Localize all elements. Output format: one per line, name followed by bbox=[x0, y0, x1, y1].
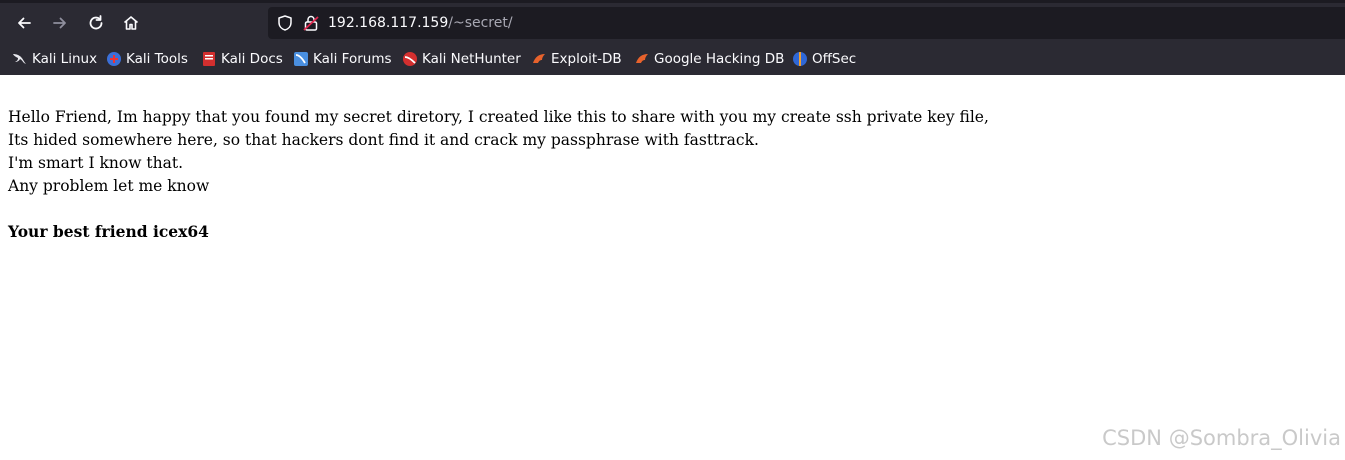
home-icon bbox=[123, 16, 139, 30]
arrow-left-icon bbox=[18, 17, 31, 29]
arrow-right-icon bbox=[53, 17, 66, 29]
kali-dragon-icon bbox=[12, 51, 28, 67]
message-line: Any problem let me know bbox=[8, 177, 210, 195]
message-line: Hello Friend, Im happy that you found my… bbox=[8, 108, 989, 126]
bookmarks-toolbar: Kali Linux Kali Tools Kali Docs Kali For… bbox=[0, 44, 1345, 75]
bookmark-offsec[interactable]: OffSec bbox=[792, 49, 856, 69]
browser-toolbar: 192.168.117.159/~secret/ bbox=[0, 0, 1345, 44]
home-button[interactable] bbox=[117, 9, 145, 37]
message-line: Its hided somewhere here, so that hacker… bbox=[8, 131, 759, 149]
bookmark-label: Kali Forums bbox=[313, 51, 392, 67]
bookmark-label: OffSec bbox=[812, 51, 857, 67]
kali-docs-icon bbox=[201, 51, 217, 67]
insecure-lock-icon[interactable] bbox=[302, 14, 320, 32]
bookmark-label: Kali Tools bbox=[126, 51, 188, 67]
url-host: 192.168.117.159 bbox=[328, 15, 449, 31]
kali-forums-icon bbox=[293, 51, 309, 67]
bookmark-label: Google Hacking DB bbox=[654, 51, 785, 67]
bookmark-kali-nethunter[interactable]: Kali NetHunter bbox=[402, 49, 521, 69]
address-bar[interactable]: 192.168.117.159/~secret/ bbox=[268, 7, 1345, 39]
kali-tools-icon bbox=[106, 51, 122, 67]
bookmark-label: Exploit-DB bbox=[551, 51, 622, 67]
bookmark-google-hacking-db[interactable]: Google Hacking DB bbox=[634, 49, 784, 69]
reload-button[interactable] bbox=[82, 9, 110, 37]
page-body-text: Hello Friend, Im happy that you found my… bbox=[8, 106, 989, 198]
bookmark-kali-forums[interactable]: Kali Forums bbox=[293, 49, 392, 69]
bookmark-exploit-db[interactable]: Exploit-DB bbox=[531, 49, 622, 69]
offsec-icon bbox=[792, 51, 808, 67]
forward-button[interactable] bbox=[46, 9, 74, 37]
watermark: CSDN @Sombra_Olivia bbox=[1102, 426, 1341, 450]
tracking-protection-shield-icon[interactable] bbox=[276, 14, 294, 32]
kali-nethunter-icon bbox=[402, 51, 418, 67]
back-button[interactable] bbox=[10, 9, 38, 37]
bookmark-label: Kali Docs bbox=[221, 51, 283, 67]
url-text[interactable]: 192.168.117.159/~secret/ bbox=[328, 13, 513, 33]
reload-icon bbox=[89, 15, 103, 30]
bookmark-kali-docs[interactable]: Kali Docs bbox=[201, 49, 283, 69]
bookmark-label: Kali Linux bbox=[32, 51, 98, 67]
url-path: /~secret/ bbox=[448, 15, 513, 31]
bookmark-kali-linux[interactable]: Kali Linux bbox=[12, 49, 97, 69]
bookmark-label: Kali NetHunter bbox=[422, 51, 521, 67]
exploit-db-icon bbox=[531, 51, 547, 67]
signature: Your best friend icex64 bbox=[8, 222, 209, 241]
ghdb-icon bbox=[634, 51, 650, 67]
bookmark-kali-tools[interactable]: Kali Tools bbox=[106, 49, 188, 69]
message-line: I'm smart I know that. bbox=[8, 154, 184, 172]
